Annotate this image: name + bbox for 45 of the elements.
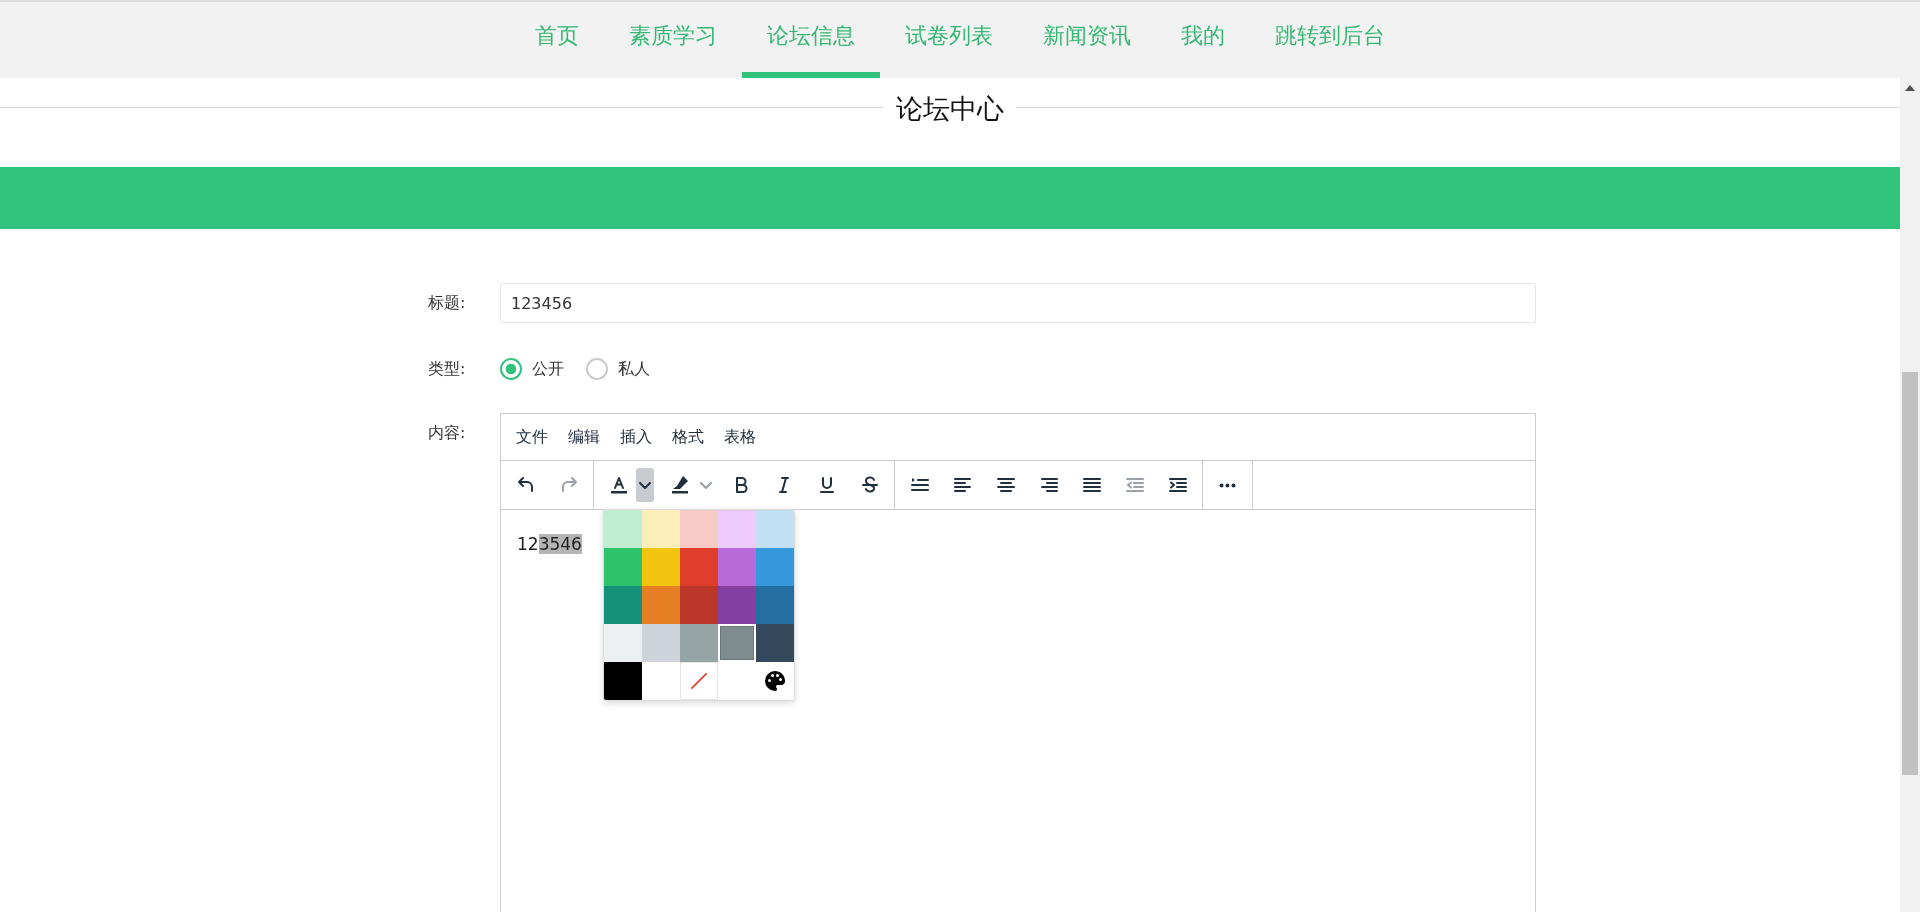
menu-item[interactable]: 编辑 <box>558 420 610 454</box>
color-swatch[interactable] <box>756 510 794 548</box>
scrollbar[interactable] <box>1900 78 1920 912</box>
color-swatch[interactable] <box>642 548 680 586</box>
dropdown-button[interactable] <box>635 468 654 502</box>
more-icon <box>1219 482 1236 488</box>
field-label: 标题: <box>428 292 467 314</box>
color-swatch[interactable] <box>718 624 756 662</box>
color-swatch[interactable] <box>680 548 718 586</box>
menu-item[interactable]: 插入 <box>610 420 662 454</box>
scroll-up-icon[interactable] <box>1905 85 1915 91</box>
caret-icon <box>699 481 712 489</box>
field-label: 类型: <box>428 358 467 380</box>
radio-button[interactable] <box>586 358 608 380</box>
color-swatch[interactable] <box>718 548 756 586</box>
palette-icon <box>763 669 787 693</box>
color-swatch[interactable] <box>680 510 718 548</box>
color-swatch[interactable] <box>718 586 756 624</box>
editor-text: 123546 <box>517 534 583 554</box>
color-swatch[interactable] <box>680 624 718 662</box>
scroll-thumb[interactable] <box>1902 372 1918 775</box>
color-swatch[interactable] <box>604 548 642 586</box>
color-swatch[interactable] <box>642 510 680 548</box>
radio-button[interactable] <box>500 358 522 380</box>
remove-color-button[interactable] <box>680 662 718 700</box>
color-swatch[interactable] <box>680 586 718 624</box>
menu-item[interactable]: 文件 <box>506 420 558 454</box>
radio-label[interactable]: 公开 <box>532 358 564 380</box>
color-swatch[interactable] <box>604 510 642 548</box>
radio-label[interactable]: 私人 <box>618 358 650 380</box>
menu-item[interactable]: 表格 <box>714 420 766 454</box>
color-swatch[interactable] <box>604 662 642 700</box>
color-swatch[interactable] <box>756 586 794 624</box>
color-swatch[interactable] <box>642 586 680 624</box>
page-title: 论坛中心 <box>895 92 1005 126</box>
color-swatch[interactable] <box>756 548 794 586</box>
color-swatch[interactable] <box>604 624 642 662</box>
caret-icon <box>638 481 651 489</box>
color-swatch[interactable] <box>718 510 756 548</box>
color-swatch[interactable] <box>756 624 794 662</box>
color-swatch[interactable] <box>642 624 680 662</box>
menu-item[interactable]: 格式 <box>662 420 714 454</box>
field-label: 内容: <box>428 422 467 444</box>
title-input-field[interactable]: 123456 <box>500 283 1536 323</box>
color-swatch[interactable] <box>604 586 642 624</box>
